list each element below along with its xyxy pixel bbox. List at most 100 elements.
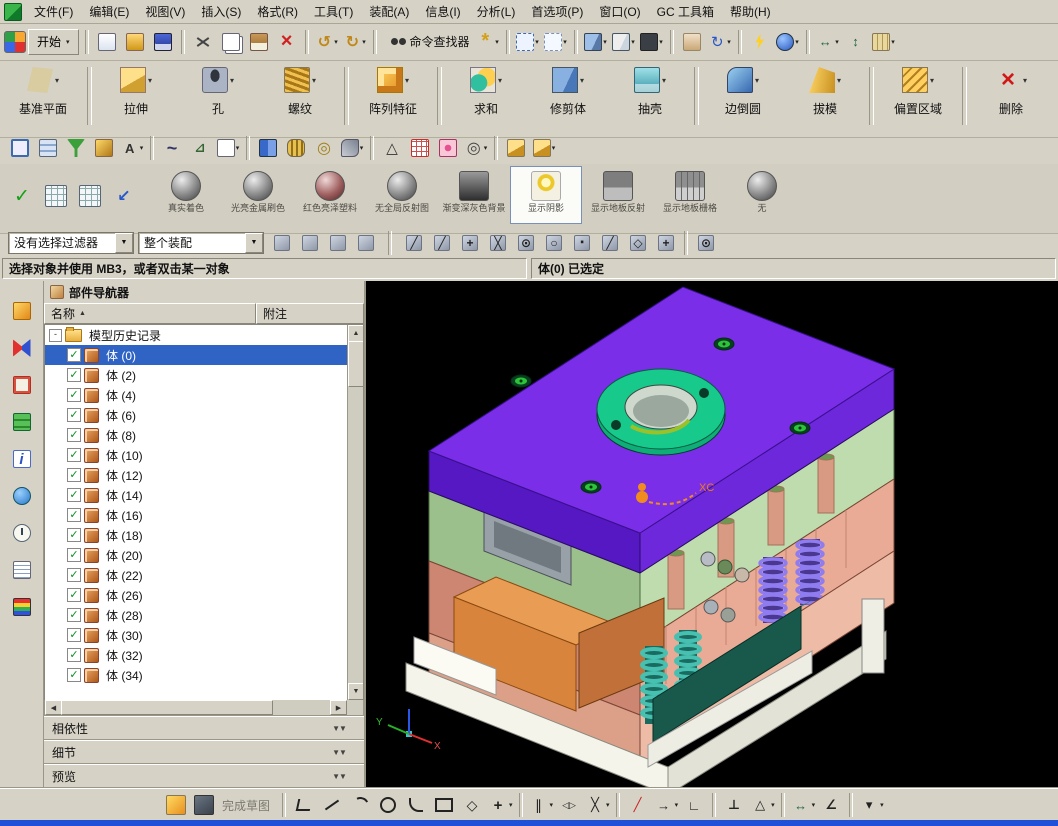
checkbox-checked-icon[interactable] xyxy=(67,628,81,642)
shaded-cube-button[interactable]: ▾ xyxy=(582,28,610,56)
checkbox-checked-icon[interactable] xyxy=(67,548,81,562)
dropdown-arrow-icon[interactable]: ▾ xyxy=(631,38,635,46)
dropdown-arrow-icon[interactable]: ▾ xyxy=(55,76,59,85)
dropdown-arrow-icon[interactable]: ▾ xyxy=(755,76,759,85)
dropdown-arrow-icon[interactable]: ▾ xyxy=(312,76,316,85)
gold-block-button[interactable] xyxy=(502,134,530,162)
dropdown-arrow-icon[interactable]: ▾ xyxy=(727,38,731,46)
layer-settings-button[interactable] xyxy=(34,134,62,162)
washer-button[interactable] xyxy=(310,134,338,162)
dropdown-arrow-icon[interactable]: ▾ xyxy=(498,76,502,85)
menu-item[interactable]: 视图(V) xyxy=(137,0,193,23)
dropdown-arrow-icon[interactable]: ▾ xyxy=(236,144,240,152)
save-button[interactable] xyxy=(149,28,177,56)
dropdown-arrow-icon[interactable]: ▾ xyxy=(891,38,895,46)
magnify-cursor-button[interactable] xyxy=(324,229,352,256)
dropdown-arrow-icon[interactable]: ▾ xyxy=(148,76,152,85)
checkbox-checked-icon[interactable] xyxy=(67,588,81,602)
dropdown-arrow-icon[interactable]: ▾ xyxy=(550,801,554,809)
green-check-button[interactable] xyxy=(8,182,36,210)
clip-button[interactable]: ▾ xyxy=(338,134,366,162)
dropdown-arrow-icon[interactable]: ▾ xyxy=(603,38,607,46)
palette-button[interactable] xyxy=(8,593,36,621)
column-header-note[interactable]: 附注 xyxy=(256,303,364,324)
checkbox-checked-icon[interactable] xyxy=(67,428,81,442)
menu-item[interactable]: 工具(T) xyxy=(306,0,361,23)
checkbox-checked-icon[interactable] xyxy=(67,348,81,362)
feature-button[interactable]: ▾ 删除 xyxy=(970,65,1052,117)
triangle-button[interactable] xyxy=(378,134,406,162)
dropdown-arrow-icon[interactable]: ▾ xyxy=(662,76,666,85)
dropdown-arrow-icon[interactable]: ▾ xyxy=(812,801,816,809)
dropdown-arrow-icon[interactable]: ▾ xyxy=(606,801,610,809)
selection-filter-combobox[interactable]: 没有选择过滤器 ▼ xyxy=(8,231,134,254)
dropdown-arrow-icon[interactable]: ▾ xyxy=(535,38,539,46)
offset-curve-button[interactable]: ▾ xyxy=(527,791,556,819)
scroll-left-icon[interactable]: ◀ xyxy=(45,700,62,715)
horizontal-scrollbar[interactable]: ◀ ▶ xyxy=(44,700,364,716)
rectangle-button[interactable] xyxy=(430,791,458,819)
dropdown-arrow-icon[interactable]: ▾ xyxy=(930,76,934,85)
mirror-curve-button[interactable] xyxy=(555,791,583,819)
rotate-view-button[interactable]: ▾ xyxy=(706,28,734,56)
quick-extend-button[interactable]: ▾ xyxy=(652,791,681,819)
history-button[interactable] xyxy=(8,519,36,547)
checkbox-checked-icon[interactable] xyxy=(67,488,81,502)
menu-item[interactable]: 插入(S) xyxy=(193,0,249,23)
vertical-scrollbar[interactable]: ▲ ▼ xyxy=(347,325,363,700)
snap-intersection-button[interactable] xyxy=(484,229,512,256)
pan-hand-button[interactable] xyxy=(678,28,706,56)
abc-annotation-button[interactable]: ▾ xyxy=(118,134,146,162)
render-style-button[interactable]: 光亮金属刷色 xyxy=(222,166,294,224)
checkbox-checked-icon[interactable] xyxy=(67,668,81,682)
arc-button[interactable] xyxy=(346,791,374,819)
snap-quadrant-button[interactable] xyxy=(540,229,568,256)
render-style-button[interactable]: 显示地板栅格 xyxy=(654,166,726,224)
part-navigator-button[interactable] xyxy=(8,371,36,399)
angle-dimension-button[interactable] xyxy=(817,791,845,819)
redo-button[interactable]: ▾ xyxy=(341,28,369,56)
tree-row[interactable]: 体 (22) xyxy=(45,565,363,585)
feature-button[interactable]: ▾ 修剪体 xyxy=(527,65,609,117)
checkbox-checked-icon[interactable] xyxy=(67,568,81,582)
feature-button[interactable]: ▾ 阵列特征 xyxy=(352,65,434,117)
dropdown-arrow-icon[interactable]: ▾ xyxy=(795,38,799,46)
open-file-button[interactable] xyxy=(121,28,149,56)
checkbox-checked-icon[interactable] xyxy=(67,388,81,402)
checkbox-checked-icon[interactable] xyxy=(67,528,81,542)
dropdown-arrow-icon[interactable]: ▾ xyxy=(552,144,556,152)
tree-row[interactable]: 体 (14) xyxy=(45,485,363,505)
new-file-button[interactable] xyxy=(93,28,121,56)
checkbox-checked-icon[interactable] xyxy=(67,608,81,622)
matrix-grid2-button[interactable] xyxy=(76,182,104,210)
dropdown-arrow-icon[interactable]: ▾ xyxy=(835,38,839,46)
render-style-button[interactable]: 显示地板反射 xyxy=(582,166,654,224)
menu-item[interactable]: 帮助(H) xyxy=(722,0,779,23)
dropdown-arrow-icon[interactable]: ▾ xyxy=(563,38,567,46)
menu-item[interactable]: 首选项(P) xyxy=(523,0,591,23)
command-finder-button[interactable] xyxy=(381,28,409,56)
point-button[interactable]: ▾ xyxy=(486,791,515,819)
feature-button[interactable]: ▾ 孔 xyxy=(177,65,259,117)
dropdown-arrow-icon[interactable]: ▾ xyxy=(405,76,409,85)
dropdown-arrow-icon[interactable]: ▾ xyxy=(360,144,364,152)
tree-row[interactable]: 体 (26) xyxy=(45,585,363,605)
fit-view-button[interactable]: ▾ xyxy=(514,28,542,56)
scroll-down-icon[interactable]: ▼ xyxy=(348,683,363,700)
feature-button[interactable]: ▾ 求和 xyxy=(445,65,527,117)
render-style-button[interactable]: 渐变深灰色背景 xyxy=(438,166,510,224)
menu-item[interactable]: 窗口(O) xyxy=(591,0,648,23)
book-button[interactable] xyxy=(254,134,282,162)
constraint-navigator-button[interactable] xyxy=(8,334,36,362)
menu-item[interactable]: 格式(R) xyxy=(249,0,306,23)
vertical-dimension-button[interactable] xyxy=(842,28,870,56)
tree-row[interactable]: 体 (10) xyxy=(45,445,363,465)
wireframe-cube-button[interactable]: ▾ xyxy=(610,28,638,56)
collapse-icon[interactable] xyxy=(49,328,62,342)
rings-button[interactable]: ▾ xyxy=(462,134,490,162)
line-button[interactable] xyxy=(318,791,346,819)
datum-dimension-button[interactable]: ▾ xyxy=(814,28,842,56)
start-button[interactable]: 开始 ▾ xyxy=(28,28,79,55)
info-button[interactable] xyxy=(8,445,36,473)
checkbox-checked-icon[interactable] xyxy=(67,368,81,382)
